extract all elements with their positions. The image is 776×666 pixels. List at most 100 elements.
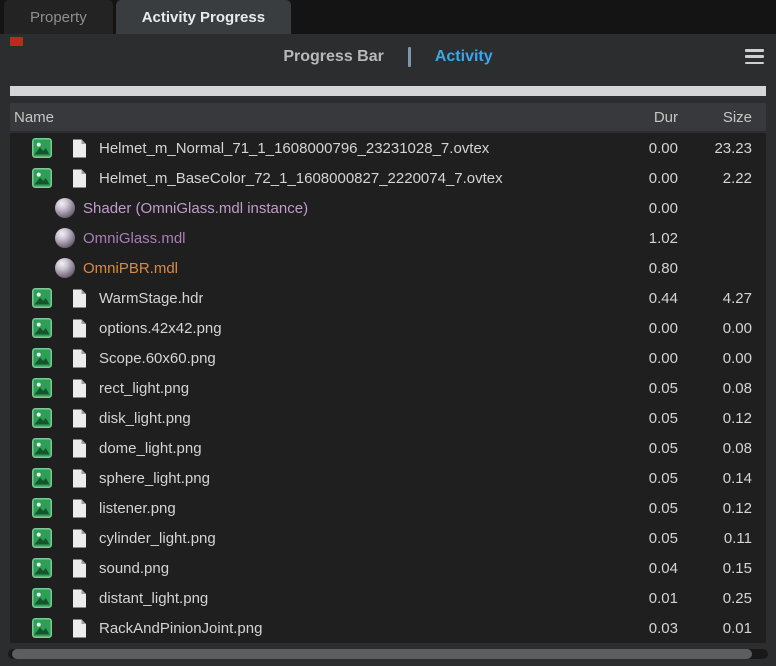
material-sphere-icon bbox=[55, 228, 75, 248]
hamburger-menu-icon[interactable] bbox=[745, 49, 764, 64]
image-icon bbox=[32, 438, 52, 458]
file-icon bbox=[72, 379, 87, 398]
table-body: Helmet_m_Normal_71_1_1608000796_23231028… bbox=[10, 133, 766, 643]
scrollbar-thumb[interactable] bbox=[12, 649, 752, 659]
row-name: Scope.60x60.png bbox=[99, 350, 216, 367]
table-row[interactable]: dome_light.png 0.05 0.08 bbox=[10, 433, 766, 463]
row-name: cylinder_light.png bbox=[99, 530, 216, 547]
row-name: OmniGlass.mdl bbox=[83, 230, 186, 247]
tab-activity-progress[interactable]: Activity Progress bbox=[116, 0, 291, 34]
row-dur: 0.05 bbox=[608, 500, 678, 517]
row-dur: 0.05 bbox=[608, 470, 678, 487]
row-dur: 0.00 bbox=[608, 320, 678, 337]
row-name-cell: dome_light.png bbox=[10, 438, 608, 458]
activity-view-button[interactable]: Activity bbox=[435, 48, 493, 66]
row-name: OmniPBR.mdl bbox=[83, 260, 178, 277]
table-row[interactable]: WarmStage.hdr 0.44 4.27 bbox=[10, 283, 766, 313]
row-size: 0.11 bbox=[678, 530, 752, 547]
row-dur: 0.05 bbox=[608, 380, 678, 397]
row-dur: 0.01 bbox=[608, 590, 678, 607]
row-dur: 0.04 bbox=[608, 560, 678, 577]
file-icon bbox=[72, 319, 87, 338]
image-icon bbox=[32, 318, 52, 338]
tab-bar: Property Activity Progress bbox=[0, 0, 776, 34]
row-size: 0.15 bbox=[678, 560, 752, 577]
row-name: listener.png bbox=[99, 500, 176, 517]
image-icon bbox=[32, 408, 52, 428]
row-dur: 1.02 bbox=[608, 230, 678, 247]
table-row[interactable]: Helmet_m_BaseColor_72_1_1608000827_22200… bbox=[10, 163, 766, 193]
file-icon bbox=[72, 169, 87, 188]
file-icon bbox=[72, 559, 87, 578]
table-row[interactable]: RackAndPinionJoint.png 0.03 0.01 bbox=[10, 613, 766, 643]
row-size: 0.12 bbox=[678, 410, 752, 427]
row-name-cell: distant_light.png bbox=[10, 588, 608, 608]
row-name-cell: Shader (OmniGlass.mdl instance) bbox=[10, 198, 608, 218]
image-icon bbox=[32, 588, 52, 608]
row-size: 0.00 bbox=[678, 350, 752, 367]
table-row[interactable]: listener.png 0.05 0.12 bbox=[10, 493, 766, 523]
activity-progress-window: Property Activity Progress Progress Bar … bbox=[0, 0, 776, 666]
row-name-cell: RackAndPinionJoint.png bbox=[10, 618, 608, 638]
progress-strip bbox=[10, 86, 766, 96]
table-row[interactable]: rect_light.png 0.05 0.08 bbox=[10, 373, 766, 403]
image-icon bbox=[32, 498, 52, 518]
column-header-size[interactable]: Size bbox=[678, 109, 752, 126]
row-size: 4.27 bbox=[678, 290, 752, 307]
row-name: sphere_light.png bbox=[99, 470, 210, 487]
table-row[interactable]: distant_light.png 0.01 0.25 bbox=[10, 583, 766, 613]
table-row[interactable]: OmniGlass.mdl 1.02 bbox=[10, 223, 766, 253]
column-header-name[interactable]: Name bbox=[10, 109, 608, 126]
row-size: 0.08 bbox=[678, 380, 752, 397]
row-name-cell: options.42x42.png bbox=[10, 318, 608, 338]
row-name-cell: OmniGlass.mdl bbox=[10, 228, 608, 248]
table-row[interactable]: sphere_light.png 0.05 0.14 bbox=[10, 463, 766, 493]
row-name: options.42x42.png bbox=[99, 320, 222, 337]
row-name: Helmet_m_BaseColor_72_1_1608000827_22200… bbox=[99, 170, 503, 187]
row-size: 0.00 bbox=[678, 320, 752, 337]
progress-bar-view-button[interactable]: Progress Bar bbox=[283, 48, 384, 66]
row-size: 0.12 bbox=[678, 500, 752, 517]
view-separator-icon bbox=[408, 47, 411, 67]
row-size: 0.14 bbox=[678, 470, 752, 487]
table-row[interactable]: cylinder_light.png 0.05 0.11 bbox=[10, 523, 766, 553]
row-dur: 0.03 bbox=[608, 620, 678, 637]
image-icon bbox=[32, 288, 52, 308]
table-row[interactable]: options.42x42.png 0.00 0.00 bbox=[10, 313, 766, 343]
panel: Progress Bar Activity Name Dur Size bbox=[0, 34, 776, 666]
table-row[interactable]: disk_light.png 0.05 0.12 bbox=[10, 403, 766, 433]
file-icon bbox=[72, 409, 87, 428]
horizontal-scrollbar[interactable] bbox=[8, 649, 768, 659]
row-size: 23.23 bbox=[678, 140, 752, 157]
row-size: 0.08 bbox=[678, 440, 752, 457]
row-name-cell: Helmet_m_BaseColor_72_1_1608000827_22200… bbox=[10, 168, 608, 188]
row-name-cell: sound.png bbox=[10, 558, 608, 578]
table-row[interactable]: OmniPBR.mdl 0.80 bbox=[10, 253, 766, 283]
image-icon bbox=[32, 618, 52, 638]
column-header-dur[interactable]: Dur bbox=[608, 109, 678, 126]
row-name: sound.png bbox=[99, 560, 169, 577]
row-name: dome_light.png bbox=[99, 440, 202, 457]
row-dur: 0.05 bbox=[608, 530, 678, 547]
file-icon bbox=[72, 499, 87, 518]
row-name: rect_light.png bbox=[99, 380, 189, 397]
row-size: 0.25 bbox=[678, 590, 752, 607]
row-dur: 0.00 bbox=[608, 200, 678, 217]
table-row[interactable]: Shader (OmniGlass.mdl instance) 0.00 bbox=[10, 193, 766, 223]
row-dur: 0.44 bbox=[608, 290, 678, 307]
file-icon bbox=[72, 439, 87, 458]
material-sphere-icon bbox=[55, 198, 75, 218]
tab-property[interactable]: Property bbox=[4, 0, 113, 34]
file-icon bbox=[72, 619, 87, 638]
image-icon bbox=[32, 378, 52, 398]
table-row[interactable]: Helmet_m_Normal_71_1_1608000796_23231028… bbox=[10, 133, 766, 163]
row-name-cell: Helmet_m_Normal_71_1_1608000796_23231028… bbox=[10, 138, 608, 158]
row-name-cell: Scope.60x60.png bbox=[10, 348, 608, 368]
image-icon bbox=[32, 348, 52, 368]
file-icon bbox=[72, 529, 87, 548]
table-header: Name Dur Size bbox=[10, 103, 766, 131]
row-name-cell: OmniPBR.mdl bbox=[10, 258, 608, 278]
image-icon bbox=[32, 168, 52, 188]
table-row[interactable]: Scope.60x60.png 0.00 0.00 bbox=[10, 343, 766, 373]
table-row[interactable]: sound.png 0.04 0.15 bbox=[10, 553, 766, 583]
